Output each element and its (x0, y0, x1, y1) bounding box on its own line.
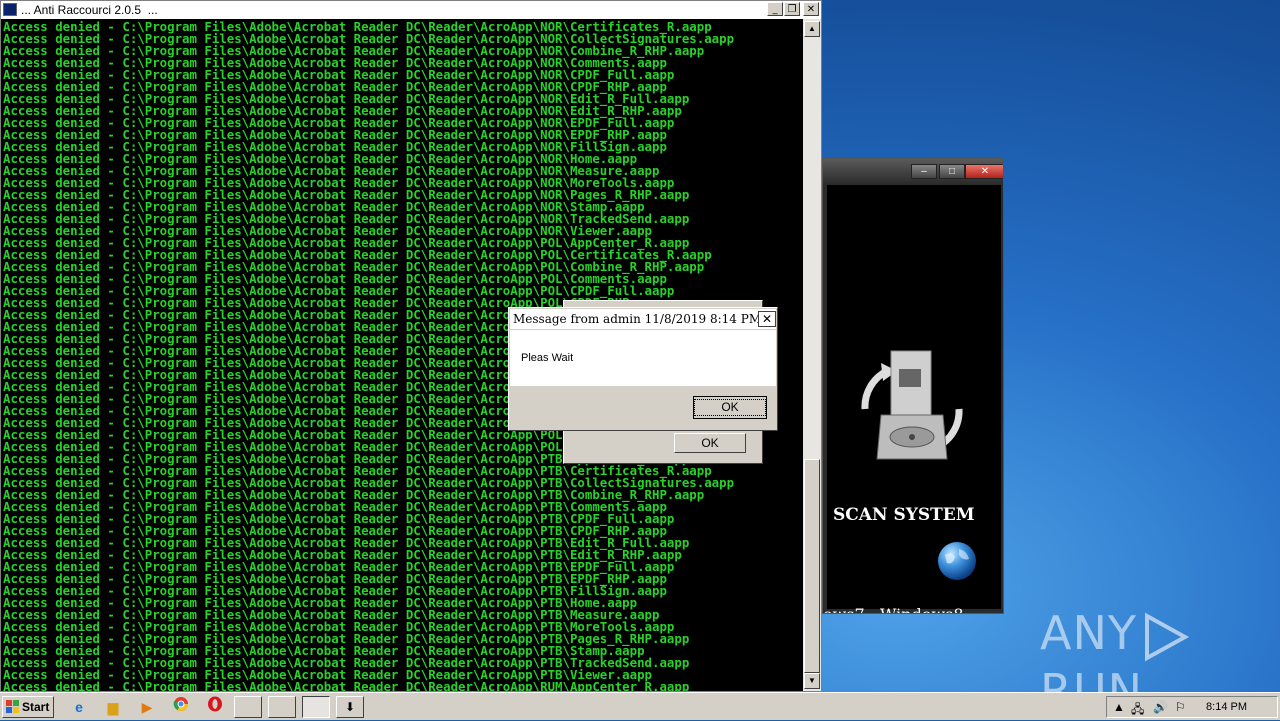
console-title: ... Anti Raccourci 2.0.5 ... (21, 3, 158, 17)
scroll-thumb[interactable] (804, 459, 820, 673)
hard-drive-icon (861, 350, 963, 460)
scan-minimize-button[interactable]: – (911, 164, 937, 179)
tray-expand-icon[interactable]: ▲ (1113, 700, 1125, 714)
clock[interactable]: 8:14 PM (1206, 701, 1247, 713)
globe-icon (938, 542, 976, 580)
scan-system-title: SCAN SYSTEM (833, 505, 975, 525)
console-titlebar[interactable]: ... Anti Raccourci 2.0.5 ... _ ❐ ✕ (1, 1, 821, 19)
close-button[interactable]: ✕ (803, 2, 819, 16)
dialog-ok-button[interactable]: OK (693, 396, 767, 419)
minimize-button[interactable]: _ (767, 2, 783, 16)
opera-icon[interactable] (204, 696, 226, 718)
console-scrollbar[interactable]: ▲ ▼ (803, 19, 821, 691)
taskbar-task-2[interactable] (268, 696, 296, 718)
message-dialog: Message from admin 11/8/2019 8:14 PM ✕ P… (508, 307, 778, 431)
taskbar: Start e ▆ ▶ ⬇ ▲ 🖧 🔊 ⚐ 8:14 PM (0, 692, 1280, 720)
taskbar-task-4[interactable]: ⬇ (336, 696, 364, 718)
background-ok-button[interactable]: OK (674, 433, 746, 453)
restore-button[interactable]: ❐ (784, 2, 800, 16)
start-button[interactable]: Start (2, 696, 54, 718)
scan-footer-text: ows7 , Windows8. (823, 605, 969, 613)
scan-maximize-button[interactable]: □ (939, 164, 965, 179)
dialog-ok-label: OK (694, 399, 766, 416)
volume-icon[interactable]: 🔊 (1153, 700, 1168, 714)
taskbar-task-1[interactable] (234, 696, 262, 718)
internet-explorer-icon[interactable]: e (68, 696, 90, 718)
scan-window-titlebar[interactable]: – □ ✕ (823, 159, 1003, 185)
dialog-body: Pleas Wait (510, 330, 776, 386)
media-player-icon[interactable]: ▶ (136, 696, 158, 718)
network-icon[interactable]: 🖧 (1131, 700, 1144, 721)
windows-logo-icon (6, 700, 19, 713)
flag-icon[interactable]: ⚐ (1175, 700, 1186, 714)
scan-close-button[interactable]: ✕ (965, 164, 1003, 179)
start-label: Start (22, 700, 50, 714)
dialog-message: Pleas Wait (521, 352, 574, 364)
watermark-any: ANY (1040, 606, 1137, 660)
scan-system-window: – □ ✕ SCAN SYSTEM ows7 , Windows8. (822, 158, 1004, 614)
dialog-titlebar[interactable]: Message from admin 11/8/2019 8:14 PM ✕ (510, 309, 776, 329)
dialog-title: Message from admin 11/8/2019 8:14 PM (513, 312, 762, 326)
play-logo-icon (1144, 612, 1190, 661)
console-app-icon (3, 3, 17, 16)
scroll-up-button[interactable]: ▲ (804, 21, 820, 37)
system-tray: ▲ 🖧 🔊 ⚐ 8:14 PM (1106, 696, 1278, 718)
console-line: Access denied - C:\Program Files\Adobe\A… (3, 679, 690, 691)
dialog-close-button[interactable]: ✕ (758, 311, 776, 327)
scroll-down-button[interactable]: ▼ (804, 673, 820, 689)
taskbar-task-3[interactable] (302, 696, 330, 718)
chrome-icon[interactable] (170, 696, 192, 718)
scan-window-body: SCAN SYSTEM ows7 , Windows8. (823, 185, 1001, 613)
anyrun-watermark: ANYRUN (1040, 606, 1240, 718)
folder-icon[interactable]: ▆ (102, 696, 124, 718)
